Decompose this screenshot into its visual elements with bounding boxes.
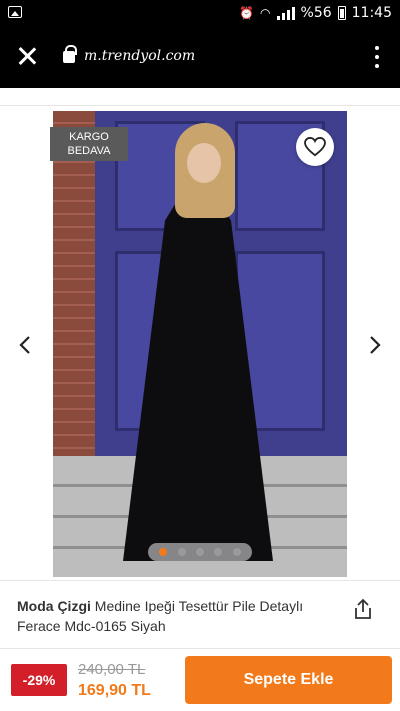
- battery-percent: %56: [300, 5, 332, 21]
- cargo-badge-line1: KARGO: [69, 131, 109, 143]
- next-image-button[interactable]: [364, 334, 386, 356]
- status-bar: ⏰ ◠ %56 11:45: [0, 0, 400, 26]
- product-image[interactable]: [53, 111, 347, 577]
- battery-icon: [337, 6, 346, 20]
- model-face: [187, 143, 221, 183]
- add-to-cart-button[interactable]: Sepete Ekle: [185, 656, 392, 704]
- product-title: Moda Çizgi Medine Ipeği Tesettür Pile De…: [17, 596, 337, 636]
- gallery-pagination: [148, 543, 252, 561]
- browser-toolbar: m.trendyol.com: [0, 26, 400, 88]
- discount-badge: -29%: [11, 664, 67, 696]
- product-gallery[interactable]: [0, 108, 400, 578]
- clock: 11:45: [351, 5, 392, 21]
- pagination-dot[interactable]: [159, 548, 168, 556]
- more-options-icon[interactable]: [374, 46, 380, 68]
- cargo-badge-line2: BEDAVA: [67, 145, 111, 157]
- free-shipping-badge: KARGO BEDAVA: [50, 127, 128, 161]
- old-price: 240,00 TL: [78, 661, 146, 678]
- chevron-left-icon: [19, 336, 30, 354]
- brand-name[interactable]: Moda Çizgi: [17, 598, 91, 614]
- pagination-dot[interactable]: [177, 548, 186, 556]
- heart-icon: [304, 137, 326, 157]
- chevron-right-icon: [370, 336, 381, 354]
- divider: [0, 648, 400, 649]
- close-icon[interactable]: [14, 43, 40, 69]
- pagination-dot[interactable]: [214, 548, 223, 556]
- previous-image-button[interactable]: [14, 334, 36, 356]
- scrolled-header-remnant: [0, 88, 400, 106]
- pagination-dot[interactable]: [232, 548, 241, 556]
- share-icon: [355, 598, 371, 619]
- alarm-icon: ⏰: [239, 6, 255, 20]
- favorite-button[interactable]: [296, 128, 334, 166]
- new-price: 169,90 TL: [78, 682, 151, 699]
- wifi-icon: ◠: [260, 6, 271, 20]
- url-text[interactable]: m.trendyol.com: [84, 48, 195, 64]
- divider: [0, 580, 400, 581]
- lock-icon: [63, 45, 77, 63]
- status-icons: ⏰ ◠ %56 11:45: [239, 3, 392, 23]
- signal-icon: [276, 6, 295, 20]
- share-button[interactable]: [351, 597, 375, 621]
- pagination-dot[interactable]: [195, 548, 204, 556]
- image-notification-icon: [8, 6, 22, 18]
